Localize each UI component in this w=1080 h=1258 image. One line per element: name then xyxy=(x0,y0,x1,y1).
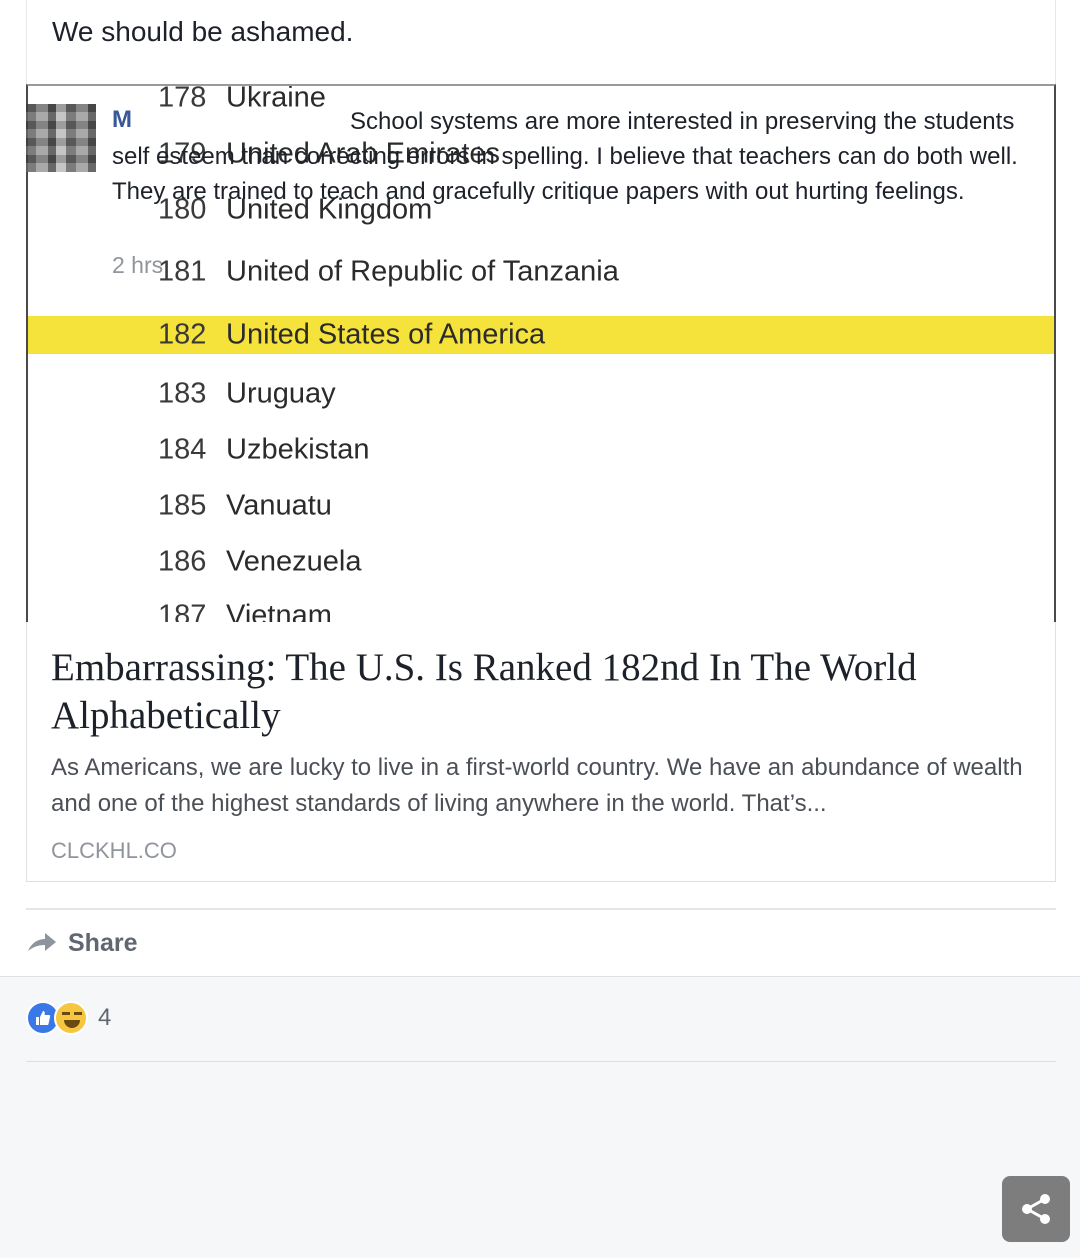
country-name: United of Republic of Tanzania xyxy=(226,255,619,288)
comments-section: 4 xyxy=(0,976,1080,1258)
link-preview-card[interactable]: Embarrassing: The U.S. Is Ranked 182nd I… xyxy=(26,622,1056,882)
comment-author[interactable]: M xyxy=(112,106,132,134)
share-floating-button[interactable] xyxy=(1002,1176,1070,1242)
comment-text: School systems are more interested in pr… xyxy=(112,108,1018,205)
divider xyxy=(26,908,1056,910)
country-name: Vietnam xyxy=(226,599,332,623)
ranking-row: 181 United of Republic of Tanzania xyxy=(28,244,1054,300)
ranking-row: 185 Vanuatu xyxy=(28,478,1054,534)
reaction-count: 4 xyxy=(98,1004,112,1031)
link-domain: CLCKHL.CO xyxy=(51,838,177,863)
share-arrow-icon xyxy=(28,933,56,951)
rank-number: 185 xyxy=(158,489,207,522)
link-headline[interactable]: Embarrassing: The U.S. Is Ranked 182nd I… xyxy=(51,644,1041,740)
ranking-row: 186 Venezuela xyxy=(28,534,1054,590)
rank-number: 181 xyxy=(158,255,207,288)
country-name: Venezuela xyxy=(226,545,362,578)
share-button[interactable]: Share xyxy=(26,924,137,962)
ranking-row: 187 Vietnam xyxy=(28,588,1054,623)
rank-number: 184 xyxy=(158,433,207,466)
divider xyxy=(26,1061,1056,1062)
comment-timestamp[interactable]: 2 hrs xyxy=(112,252,163,279)
link-description: As Americans, we are lucky to live in a … xyxy=(51,754,1023,817)
rank-number: 182 xyxy=(158,318,207,351)
country-name: Uzbekistan xyxy=(226,433,370,466)
post-text: We should be ashamed. xyxy=(52,16,354,47)
ranking-row-highlighted: 182 United States of America xyxy=(28,316,1054,354)
share-nodes-icon xyxy=(1022,1194,1050,1224)
country-name: United States of America xyxy=(226,318,546,351)
share-label: Share xyxy=(68,928,138,957)
rank-number: 186 xyxy=(158,545,207,578)
reactions-summary[interactable]: 4 xyxy=(26,1001,111,1035)
haha-reaction-icon xyxy=(54,1001,88,1035)
ranking-row: 183 Uruguay xyxy=(28,366,1054,422)
ranking-row: 184 Uzbekistan xyxy=(28,422,1054,478)
avatar[interactable] xyxy=(26,104,96,172)
rank-number: 187 xyxy=(158,599,207,623)
country-name: Vanuatu xyxy=(226,489,332,522)
country-name: Uruguay xyxy=(226,377,336,410)
rank-number: 183 xyxy=(158,377,207,410)
